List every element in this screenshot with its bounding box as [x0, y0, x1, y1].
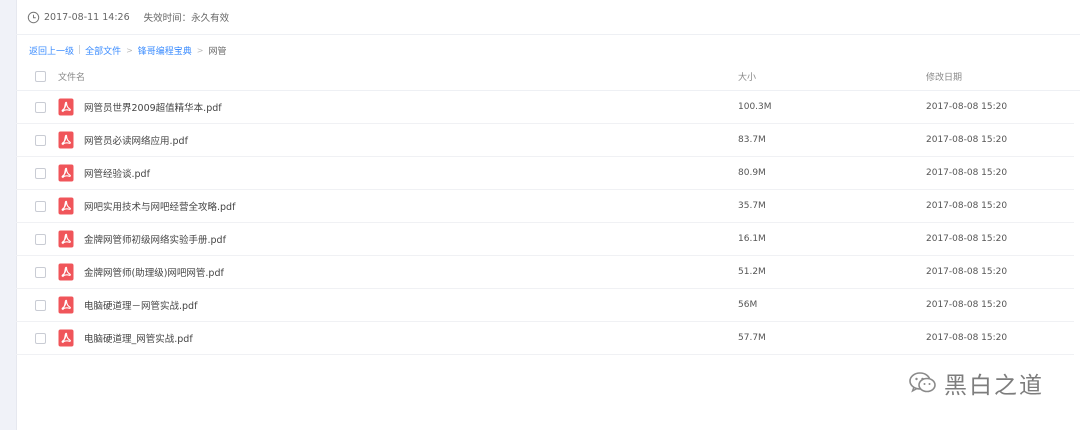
file-size-cell: 51.2M [738, 267, 766, 277]
select-all-checkbox[interactable] [35, 70, 46, 82]
file-name-link[interactable]: 网吧实用技术与网吧经营全攻略.pdf [84, 199, 235, 213]
file-date-cell: 2017-08-08 15:20 [926, 102, 1008, 112]
file-name-link[interactable]: 网管员世界2009超值精华本.pdf [84, 100, 222, 114]
left-sidebar-strip [0, 0, 17, 430]
pdf-file-icon [58, 230, 74, 248]
row-checkbox[interactable] [35, 233, 46, 245]
created-time: 2017-08-11 14:26 [44, 11, 130, 23]
wechat-icon [909, 372, 936, 393]
file-size-cell: 100.3M [738, 102, 772, 112]
share-info-bar: 2017-08-11 14:26 失效时间： 永久有效 [16, 0, 1080, 35]
share-page: 2017-08-11 14:26 失效时间： 永久有效 返回上一级 | 全部文件… [16, 0, 1080, 430]
file-size-cell: 83.7M [738, 135, 766, 145]
header-size[interactable]: 大小 [738, 70, 926, 83]
header-date[interactable]: 修改日期 [926, 70, 1080, 83]
pdf-file-icon [58, 131, 74, 149]
file-size-cell: 56M [738, 300, 758, 310]
table-row[interactable]: 网管经验谈.pdf 80.9M 2017-08-08 15:20 [16, 157, 1074, 190]
file-table: 文件名 大小 修改日期 网管员世界2009超值精华本.pdf 100.3M 2017… [16, 62, 1080, 355]
table-row[interactable]: 电脑硬道理_网管实战.pdf 57.7M 2017-08-08 15:20 [16, 322, 1074, 355]
row-checkbox[interactable] [35, 200, 46, 212]
file-name-cell: 电脑硬道理－网管实战.pdf [58, 296, 738, 314]
row-checkbox[interactable] [35, 299, 46, 311]
file-name-link[interactable]: 网管经验谈.pdf [84, 166, 150, 180]
row-checkbox[interactable] [35, 134, 46, 146]
file-date-cell: 2017-08-08 15:20 [926, 135, 1008, 145]
chevron-right-icon: > [196, 45, 204, 55]
pdf-file-icon [58, 296, 74, 314]
table-row[interactable]: 网管员世界2009超值精华本.pdf 100.3M 2017-08-08 15:20 [16, 91, 1074, 124]
file-name-link[interactable]: 金牌网管师初级网络实验手册.pdf [84, 232, 226, 246]
row-checkbox[interactable] [35, 266, 46, 278]
file-date-cell: 2017-08-08 15:20 [926, 168, 1008, 178]
breadcrumb-folder-link[interactable]: 锋哥编程宝典 [138, 44, 192, 57]
table-row[interactable]: 金牌网管师(助理级)网吧网管.pdf 51.2M 2017-08-08 15:20 [16, 256, 1074, 289]
watermark-text: 黑白之道 [944, 373, 1044, 399]
table-row[interactable]: 金牌网管师初级网络实验手册.pdf 16.1M 2017-08-08 15:20 [16, 223, 1074, 256]
breadcrumb-back-link[interactable]: 返回上一级 [29, 44, 74, 57]
file-size-cell: 35.7M [738, 201, 766, 211]
file-name-cell: 网吧实用技术与网吧经营全攻略.pdf [58, 197, 738, 215]
file-size-cell: 80.9M [738, 168, 766, 178]
file-date-cell: 2017-08-08 15:20 [926, 267, 1008, 277]
file-name-cell: 金牌网管师初级网络实验手册.pdf [58, 230, 738, 248]
file-size-cell: 57.7M [738, 333, 766, 343]
row-checkbox[interactable] [35, 101, 46, 113]
file-name-link[interactable]: 电脑硬道理－网管实战.pdf [84, 298, 197, 312]
file-name-cell: 网管员世界2009超值精华本.pdf [58, 98, 738, 116]
file-date-cell: 2017-08-08 15:20 [926, 333, 1008, 343]
file-name-cell: 网管经验谈.pdf [58, 164, 738, 182]
chevron-right-icon: > [126, 45, 133, 55]
row-checkbox[interactable] [35, 167, 46, 179]
pdf-file-icon [58, 263, 74, 281]
file-name-cell: 网管员必读网络应用.pdf [58, 131, 738, 149]
file-date-cell: 2017-08-08 15:20 [926, 234, 1008, 244]
pdf-file-icon [58, 98, 74, 116]
file-size-cell: 16.1M [738, 234, 766, 244]
pdf-file-icon [58, 197, 74, 215]
pdf-file-icon [58, 329, 74, 347]
breadcrumb: 返回上一级 | 全部文件 > 锋哥编程宝典 > 网管 [29, 44, 227, 57]
clock-icon [27, 11, 40, 23]
pdf-file-icon [58, 164, 74, 182]
file-name-link[interactable]: 网管员必读网络应用.pdf [84, 133, 188, 147]
file-date-cell: 2017-08-08 15:20 [926, 300, 1008, 310]
file-name-link[interactable]: 电脑硬道理_网管实战.pdf [84, 331, 193, 345]
table-header: 文件名 大小 修改日期 [16, 62, 1080, 91]
file-name-cell: 电脑硬道理_网管实战.pdf [58, 329, 738, 347]
expire-value: 永久有效 [191, 13, 230, 24]
file-date-cell: 2017-08-08 15:20 [926, 201, 1008, 211]
file-name-link[interactable]: 金牌网管师(助理级)网吧网管.pdf [84, 265, 224, 279]
table-row[interactable]: 电脑硬道理－网管实战.pdf 56M 2017-08-08 15:20 [16, 289, 1074, 322]
header-name[interactable]: 文件名 [58, 70, 738, 83]
watermark: 黑白之道 [908, 366, 1044, 400]
row-checkbox[interactable] [35, 332, 46, 344]
breadcrumb-all-files-link[interactable]: 全部文件 [85, 44, 121, 57]
breadcrumb-current: 网管 [208, 46, 227, 57]
table-row[interactable]: 网管员必读网络应用.pdf 83.7M 2017-08-08 15:20 [16, 124, 1074, 157]
table-row[interactable]: 网吧实用技术与网吧经营全攻略.pdf 35.7M 2017-08-08 15:20 [16, 190, 1074, 223]
file-name-cell: 金牌网管师(助理级)网吧网管.pdf [58, 263, 738, 281]
expire-label: 失效时间： [143, 13, 192, 24]
